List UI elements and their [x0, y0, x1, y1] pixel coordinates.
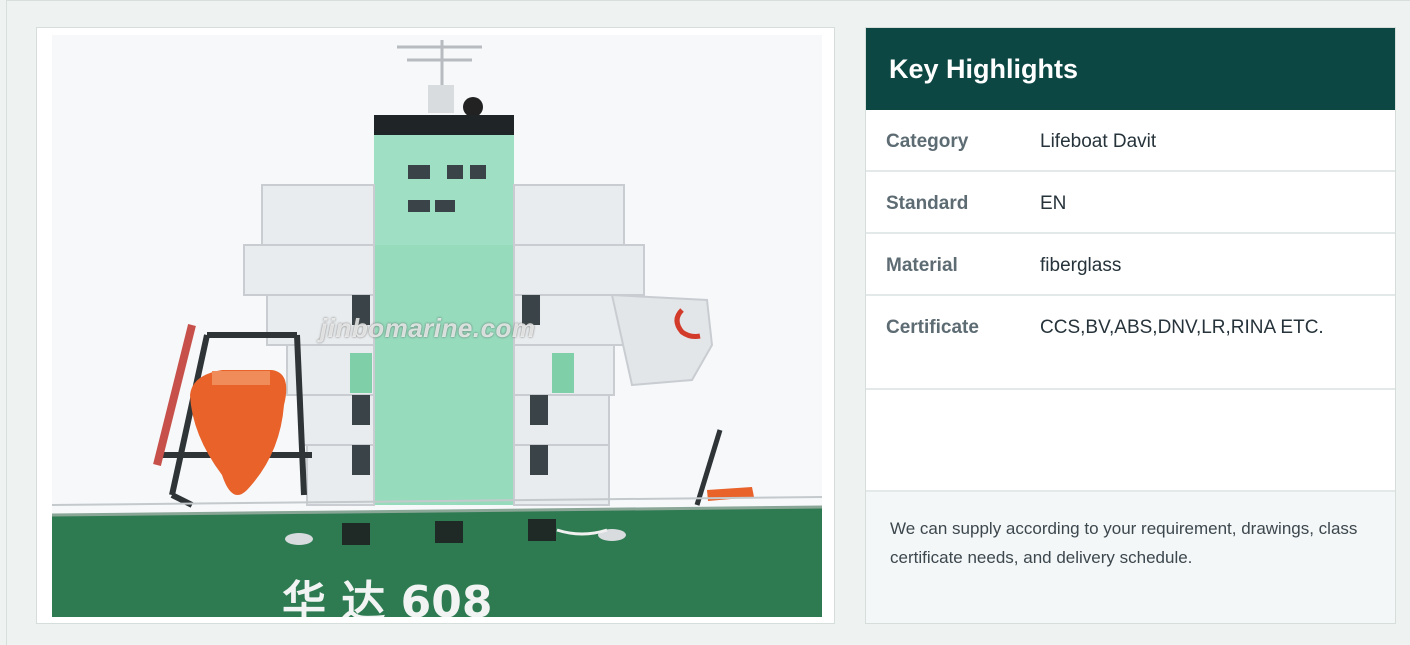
- highlight-row-empty: [866, 390, 1395, 492]
- highlight-value: Lifeboat Davit: [1040, 131, 1157, 152]
- page-frame: 华 达 608 jinbomarine.com Key Highlights C…: [6, 0, 1410, 645]
- highlight-label: Material: [886, 255, 958, 276]
- highlight-value: EN: [1040, 193, 1067, 214]
- key-highlights-panel: Key Highlights Category Lifeboat Davit S…: [865, 27, 1396, 624]
- highlight-row-certificate: Certificate CCS,BV,ABS,DNV,LR,RINA ETC.: [866, 296, 1395, 390]
- supply-note: We can supply according to your requirem…: [866, 492, 1395, 623]
- highlight-row-standard: Standard EN: [866, 172, 1395, 234]
- highlight-label: Certificate: [886, 317, 979, 338]
- highlight-label: Category: [886, 131, 969, 152]
- highlight-value: CCS,BV,ABS,DNV,LR,RINA ETC.: [1040, 317, 1324, 338]
- highlight-row-material: Material fiberglass: [866, 234, 1395, 296]
- product-photo-card: 华 达 608 jinbomarine.com: [36, 27, 835, 624]
- highlight-label: Standard: [886, 193, 969, 214]
- watermark-text: jinbomarine.com: [320, 313, 536, 343]
- hull-name-text: 华 达 608: [282, 577, 492, 617]
- key-highlights-title: Key Highlights: [866, 28, 1395, 110]
- highlight-row-category: Category Lifeboat Davit: [866, 110, 1395, 172]
- product-photo[interactable]: 华 达 608 jinbomarine.com: [52, 35, 822, 617]
- highlight-value: fiberglass: [1040, 255, 1122, 276]
